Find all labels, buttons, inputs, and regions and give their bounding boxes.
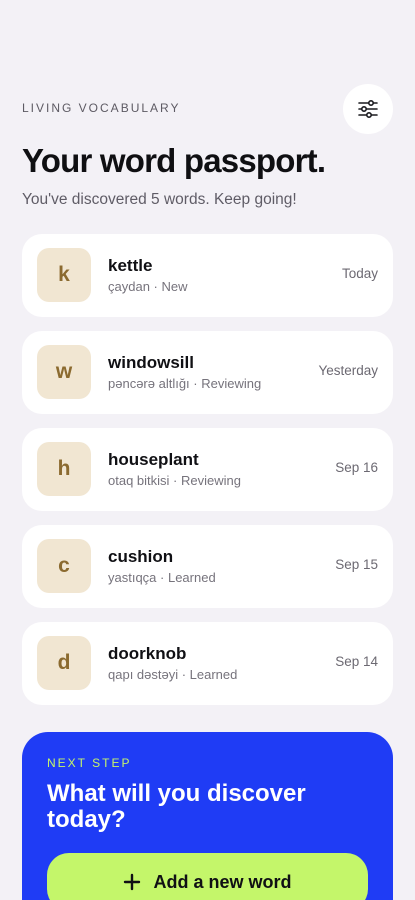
filter-button[interactable]: [343, 84, 393, 134]
word-initial-badge: c: [37, 539, 91, 593]
word-initial-badge: k: [37, 248, 91, 302]
word-meta: otaq bitkisi · Reviewing: [108, 473, 241, 488]
word-card[interactable]: w windowsill pəncərə altlığı · Reviewing…: [22, 331, 393, 414]
word-title: windowsill: [108, 353, 194, 372]
word-date: Sep 16: [335, 460, 378, 475]
word-title: houseplant: [108, 450, 199, 469]
word-passport-screen: LIVING VOCABULARY Your word passport. Yo…: [0, 0, 415, 900]
section-eyebrow: LIVING VOCABULARY: [22, 101, 181, 115]
word-initial-badge: w: [37, 345, 91, 399]
page-subtitle: You've discovered 5 words. Keep going!: [22, 191, 297, 208]
word-card[interactable]: d doorknob qapı dəstəyi · Learned Sep 14: [22, 622, 393, 705]
page-title: Your word passport.: [22, 142, 326, 179]
word-card[interactable]: c cushion yastıqça · Learned Sep 15: [22, 525, 393, 608]
next-step-panel: NEXT STEP What will you discover today? …: [22, 732, 393, 900]
word-initial-badge: h: [37, 442, 91, 496]
word-title: doorknob: [108, 644, 187, 663]
add-word-button[interactable]: Add a new word: [47, 853, 368, 900]
word-initial-badge: d: [37, 636, 91, 690]
word-meta: qapı dəstəyi · Learned: [108, 667, 238, 682]
plus-icon: [123, 873, 141, 891]
word-meta: pəncərə altlığı · Reviewing: [108, 376, 262, 391]
next-step-eyebrow: NEXT STEP: [47, 756, 132, 770]
header: LIVING VOCABULARY: [22, 84, 393, 134]
word-title: cushion: [108, 547, 174, 566]
word-card[interactable]: h houseplant otaq bitkisi · Reviewing Se…: [22, 428, 393, 511]
sliders-icon: [358, 100, 378, 118]
word-list: k kettle çaydan · New Today w windowsill…: [22, 234, 393, 719]
word-meta: çaydan · New: [108, 279, 188, 294]
word-title: kettle: [108, 256, 153, 275]
add-word-label: Add a new word: [153, 871, 292, 892]
next-step-title: What will you discover today?: [47, 780, 306, 833]
word-card[interactable]: k kettle çaydan · New Today: [22, 234, 393, 317]
word-date: Sep 14: [335, 654, 378, 669]
word-date: Sep 15: [335, 557, 378, 572]
word-date: Yesterday: [318, 363, 378, 378]
word-meta: yastıqça · Learned: [108, 570, 216, 585]
word-date: Today: [341, 266, 378, 281]
